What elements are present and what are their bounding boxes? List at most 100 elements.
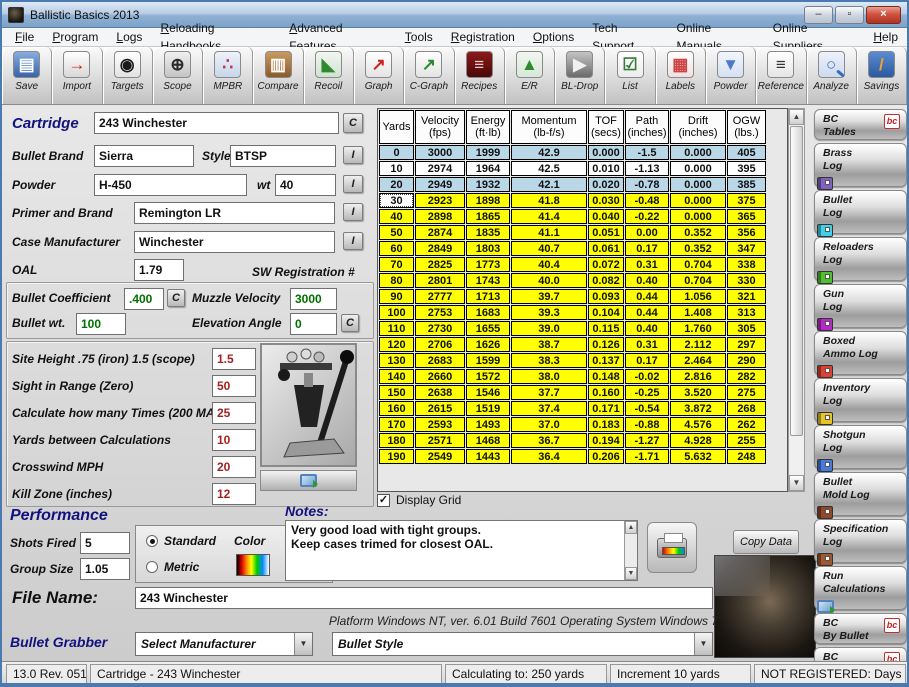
cell-path[interactable]: 0.31 <box>625 337 669 352</box>
close-button[interactable]: × <box>866 6 901 24</box>
cell-ogw[interactable]: 405 <box>727 145 766 160</box>
cell-tof[interactable]: 0.206 <box>588 449 624 464</box>
cell-velocity[interactable]: 2549 <box>415 449 465 464</box>
cell-momentum[interactable]: 39.7 <box>511 289 587 304</box>
menu-help[interactable]: Help <box>864 28 907 46</box>
cell-velocity[interactable]: 2593 <box>415 417 465 432</box>
mpbr-button[interactable]: ∴MPBR <box>203 47 253 104</box>
cell-energy[interactable]: 1655 <box>466 321 510 336</box>
yards-between-input[interactable] <box>212 429 256 451</box>
list-button[interactable]: ☑List <box>605 47 655 104</box>
cell-drift[interactable]: 5.632 <box>670 449 726 464</box>
cell-energy[interactable]: 1835 <box>466 225 510 240</box>
cell-path[interactable]: 0.40 <box>625 273 669 288</box>
cell-ogw[interactable]: 262 <box>727 417 766 432</box>
compare-button[interactable]: ▥Compare <box>253 47 303 104</box>
cell-velocity[interactable]: 2638 <box>415 385 465 400</box>
cell-ogw[interactable]: 297 <box>727 337 766 352</box>
powder-input[interactable] <box>94 174 247 196</box>
cell-ogw[interactable]: 321 <box>727 289 766 304</box>
style-input[interactable] <box>230 145 336 167</box>
savings-button[interactable]: /Savings <box>857 47 907 104</box>
cell-ogw[interactable]: 375 <box>727 193 766 208</box>
cell-momentum[interactable]: 36.7 <box>511 433 587 448</box>
cell-energy[interactable]: 1713 <box>466 289 510 304</box>
cell-drift[interactable]: 1.760 <box>670 321 726 336</box>
cell-energy[interactable]: 1519 <box>466 401 510 416</box>
scroll-up-icon[interactable]: ▲ <box>789 109 804 125</box>
menu-tools[interactable]: Tools <box>396 28 442 46</box>
bullet-wt-input[interactable] <box>76 313 126 335</box>
cell-drift[interactable]: 0.352 <box>670 241 726 256</box>
cell-tof[interactable]: 0.115 <box>588 321 624 336</box>
scroll-down-icon[interactable]: ▼ <box>789 475 804 491</box>
case-input[interactable] <box>134 231 335 253</box>
cell-velocity[interactable]: 2660 <box>415 369 465 384</box>
cell-yards[interactable]: 120 <box>379 337 414 352</box>
cell-energy[interactable]: 1683 <box>466 305 510 320</box>
cell-path[interactable]: -0.02 <box>625 369 669 384</box>
notes-scrollbar[interactable]: ▲ ▼ <box>624 521 637 580</box>
cell-tof[interactable]: 0.148 <box>588 369 624 384</box>
scroll-thumb[interactable] <box>790 126 803 436</box>
cell-yards[interactable]: 80 <box>379 273 414 288</box>
cell-path[interactable]: -0.54 <box>625 401 669 416</box>
cell-yards[interactable]: 130 <box>379 353 414 368</box>
chevron-down-icon[interactable]: ▼ <box>294 633 312 655</box>
labels-button[interactable]: ▦Labels <box>656 47 706 104</box>
cell-ogw[interactable]: 365 <box>727 209 766 224</box>
cell-yards[interactable]: 40 <box>379 209 414 224</box>
cell-velocity[interactable]: 2898 <box>415 209 465 224</box>
cell-path[interactable]: -0.78 <box>625 177 669 192</box>
cell-tof[interactable]: 0.104 <box>588 305 624 320</box>
cell-ogw[interactable]: 290 <box>727 353 766 368</box>
c-graph-button[interactable]: ↗C-Graph <box>404 47 454 104</box>
cell-drift[interactable]: 0.000 <box>670 193 726 208</box>
cell-energy[interactable]: 1599 <box>466 353 510 368</box>
cell-drift[interactable]: 0.000 <box>670 161 726 176</box>
menu-file[interactable]: File <box>6 28 43 46</box>
powder-wt-input[interactable] <box>275 174 336 196</box>
crosswind-input[interactable] <box>212 456 256 478</box>
cell-velocity[interactable]: 2753 <box>415 305 465 320</box>
cell-tof[interactable]: 0.072 <box>588 257 624 272</box>
cell-tof[interactable]: 0.082 <box>588 273 624 288</box>
specification-log-button[interactable]: SpecificationLog <box>814 519 907 563</box>
cell-energy[interactable]: 1468 <box>466 433 510 448</box>
cell-momentum[interactable]: 42.1 <box>511 177 587 192</box>
cell-path[interactable]: 0.17 <box>625 241 669 256</box>
bullet-info-button[interactable]: I <box>343 146 363 164</box>
cell-energy[interactable]: 1932 <box>466 177 510 192</box>
standard-radio[interactable] <box>146 535 158 547</box>
cell-velocity[interactable]: 2615 <box>415 401 465 416</box>
menu-logs[interactable]: Logs <box>107 28 151 46</box>
cell-energy[interactable]: 1743 <box>466 273 510 288</box>
powder-button[interactable]: ▼Powder <box>706 47 756 104</box>
cell-momentum[interactable]: 41.1 <box>511 225 587 240</box>
cell-tof[interactable]: 0.137 <box>588 353 624 368</box>
cell-momentum[interactable]: 40.0 <box>511 273 587 288</box>
cell-tof[interactable]: 0.171 <box>588 401 624 416</box>
cell-drift[interactable]: 0.000 <box>670 177 726 192</box>
cell-path[interactable]: -1.71 <box>625 449 669 464</box>
notes-scroll-down-icon[interactable]: ▼ <box>625 567 637 580</box>
cell-drift[interactable]: 0.352 <box>670 225 726 240</box>
group-size-input[interactable] <box>80 558 130 580</box>
cell-energy[interactable]: 1626 <box>466 337 510 352</box>
cell-velocity[interactable]: 2849 <box>415 241 465 256</box>
cell-yards[interactable]: 140 <box>379 369 414 384</box>
cell-tof[interactable]: 0.010 <box>588 161 624 176</box>
cell-drift[interactable]: 1.408 <box>670 305 726 320</box>
cell-momentum[interactable]: 40.7 <box>511 241 587 256</box>
cell-yards[interactable]: 50 <box>379 225 414 240</box>
cell-velocity[interactable]: 2974 <box>415 161 465 176</box>
cell-energy[interactable]: 1898 <box>466 193 510 208</box>
primer-input[interactable] <box>134 202 335 224</box>
bullet-mold-log-button[interactable]: BulletMold Log <box>814 472 907 516</box>
cell-drift[interactable]: 2.464 <box>670 353 726 368</box>
recoil-button[interactable]: ◣Recoil <box>304 47 354 104</box>
color-picker-button[interactable] <box>236 554 270 576</box>
e-r-button[interactable]: ▲E/R <box>505 47 555 104</box>
boxed-ammo-log-button[interactable]: BoxedAmmo Log <box>814 331 907 375</box>
cell-ogw[interactable]: 282 <box>727 369 766 384</box>
